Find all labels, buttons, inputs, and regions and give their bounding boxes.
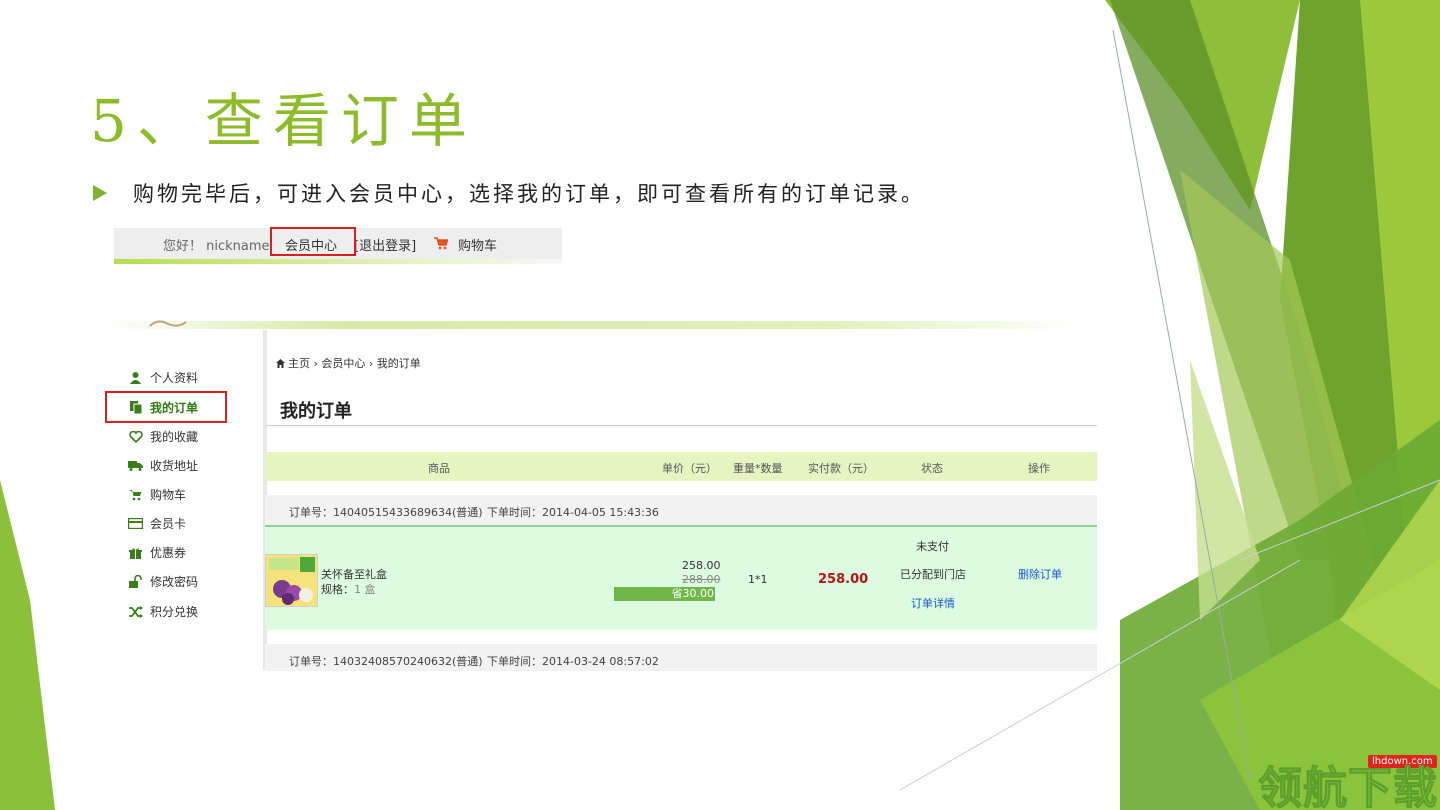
sidebar-item-member-card[interactable]: 会员卡 [128, 515, 186, 532]
order-header: 订单号：14040515433689634(普通) 下单时间：2014-04-0… [265, 495, 1097, 525]
sidebar-item-label: 我的收藏 [150, 430, 199, 444]
bullet-row: 购物完毕后，可进入会员中心，选择我的订单，即可查看所有的订单记录。 [93, 178, 925, 208]
order-row: 关怀备至礼盒 规格：1 盒 258.00 288.00 省30.00 1*1 2… [265, 525, 1097, 630]
gift-icon [128, 546, 143, 559]
sidebar-item-label: 个人资料 [150, 371, 199, 385]
cart-icon [434, 237, 448, 250]
order-detail-link[interactable]: 订单详情 [911, 595, 955, 611]
header-ornament [149, 320, 187, 327]
bullet-arrow-icon [93, 185, 107, 201]
sidebar-item-address[interactable]: 收货地址 [128, 457, 198, 474]
col-header-weight-qty: 重量*数量 [733, 462, 783, 475]
spec-value: 1 盒 [354, 583, 376, 596]
original-price: 288.00 [682, 573, 721, 586]
cart-icon [128, 488, 143, 501]
product-image [266, 555, 317, 606]
bullet-text: 购物完毕后，可进入会员中心，选择我的订单，即可查看所有的订单记录。 [133, 182, 925, 206]
card-icon [128, 517, 143, 530]
order-time: 下单时间：2014-04-05 15:43:36 [487, 506, 659, 519]
delete-order-link[interactable]: 删除订单 [1018, 566, 1062, 582]
order-header: 订单号：14032408570240632(普通) 下单时间：2014-03-2… [265, 644, 1097, 671]
shuffle-icon [128, 605, 143, 618]
pay-status: 未支付 [916, 540, 949, 553]
truck-icon [128, 459, 143, 472]
col-header-unit-price: 单价（元） [662, 462, 717, 475]
sidebar-item-cart[interactable]: 购物车 [128, 486, 186, 503]
logout-link[interactable]: [退出登录] [354, 235, 416, 254]
header-divider [100, 321, 1080, 329]
col-header-paid: 实付款（元） [808, 462, 874, 475]
page-title: 我的订单 [280, 401, 352, 422]
highlight-box-member-center [270, 227, 356, 256]
sidebar-item-label: 购物车 [150, 488, 187, 502]
savings-badge: 省30.00 [614, 587, 715, 601]
heart-icon [128, 430, 143, 443]
sidebar-item-change-password[interactable]: 修改密码 [128, 573, 198, 590]
highlight-box-my-orders [105, 391, 227, 423]
breadcrumb: 主页 › 会员中心 › 我的订单 [276, 355, 421, 371]
sidebar-item-label: 会员卡 [150, 517, 187, 531]
sidebar-item-label: 积分兑换 [150, 605, 199, 619]
product-thumbnail[interactable] [265, 554, 318, 607]
sidebar-item-coupons[interactable]: 优惠券 [128, 544, 186, 561]
paid-amount: 258.00 [818, 572, 869, 587]
unit-price: 258.00 [682, 559, 721, 572]
weight-qty: 1*1 [748, 573, 768, 586]
watermark-logo: 领航下载 [1258, 763, 1438, 810]
user-icon [128, 371, 143, 384]
col-header-status: 状态 [921, 462, 943, 475]
order-number: 订单号：14040515433689634(普通) [289, 506, 483, 519]
home-icon [276, 358, 285, 368]
unlock-icon [128, 575, 143, 588]
store-status: 已分配到门店 [900, 568, 966, 581]
product-name[interactable]: 关怀备至礼盒 [321, 566, 387, 582]
product-spec: 规格：1 盒 [321, 581, 376, 597]
col-header-action: 操作 [1028, 462, 1050, 475]
sidebar-item-points[interactable]: 积分兑换 [128, 603, 198, 620]
sidebar-item-profile[interactable]: 个人资料 [128, 369, 198, 386]
col-header-product: 商品 [428, 462, 450, 475]
table-header: 商品 单价（元） 重量*数量 实付款（元） 状态 操作 [265, 452, 1097, 481]
sidebar-item-label: 优惠券 [150, 546, 187, 560]
order-time: 下单时间：2014-03-24 08:57:02 [487, 655, 659, 668]
slide-title: 5、查看订单 [90, 87, 477, 155]
sidebar-item-label: 修改密码 [150, 575, 199, 589]
order-number: 订单号：14032408570240632(普通) [289, 655, 483, 668]
sidebar-item-favorites[interactable]: 我的收藏 [128, 428, 198, 445]
cart-link[interactable]: 购物车 [458, 235, 497, 254]
breadcrumb-text[interactable]: 主页 › 会员中心 › 我的订单 [288, 355, 421, 371]
spec-label: 规格： [321, 583, 354, 596]
greeting-text: 您好！ nickname [163, 239, 270, 254]
topbar-underline [114, 259, 562, 264]
title-divider [267, 425, 1097, 426]
sidebar-item-label: 收货地址 [150, 459, 199, 473]
